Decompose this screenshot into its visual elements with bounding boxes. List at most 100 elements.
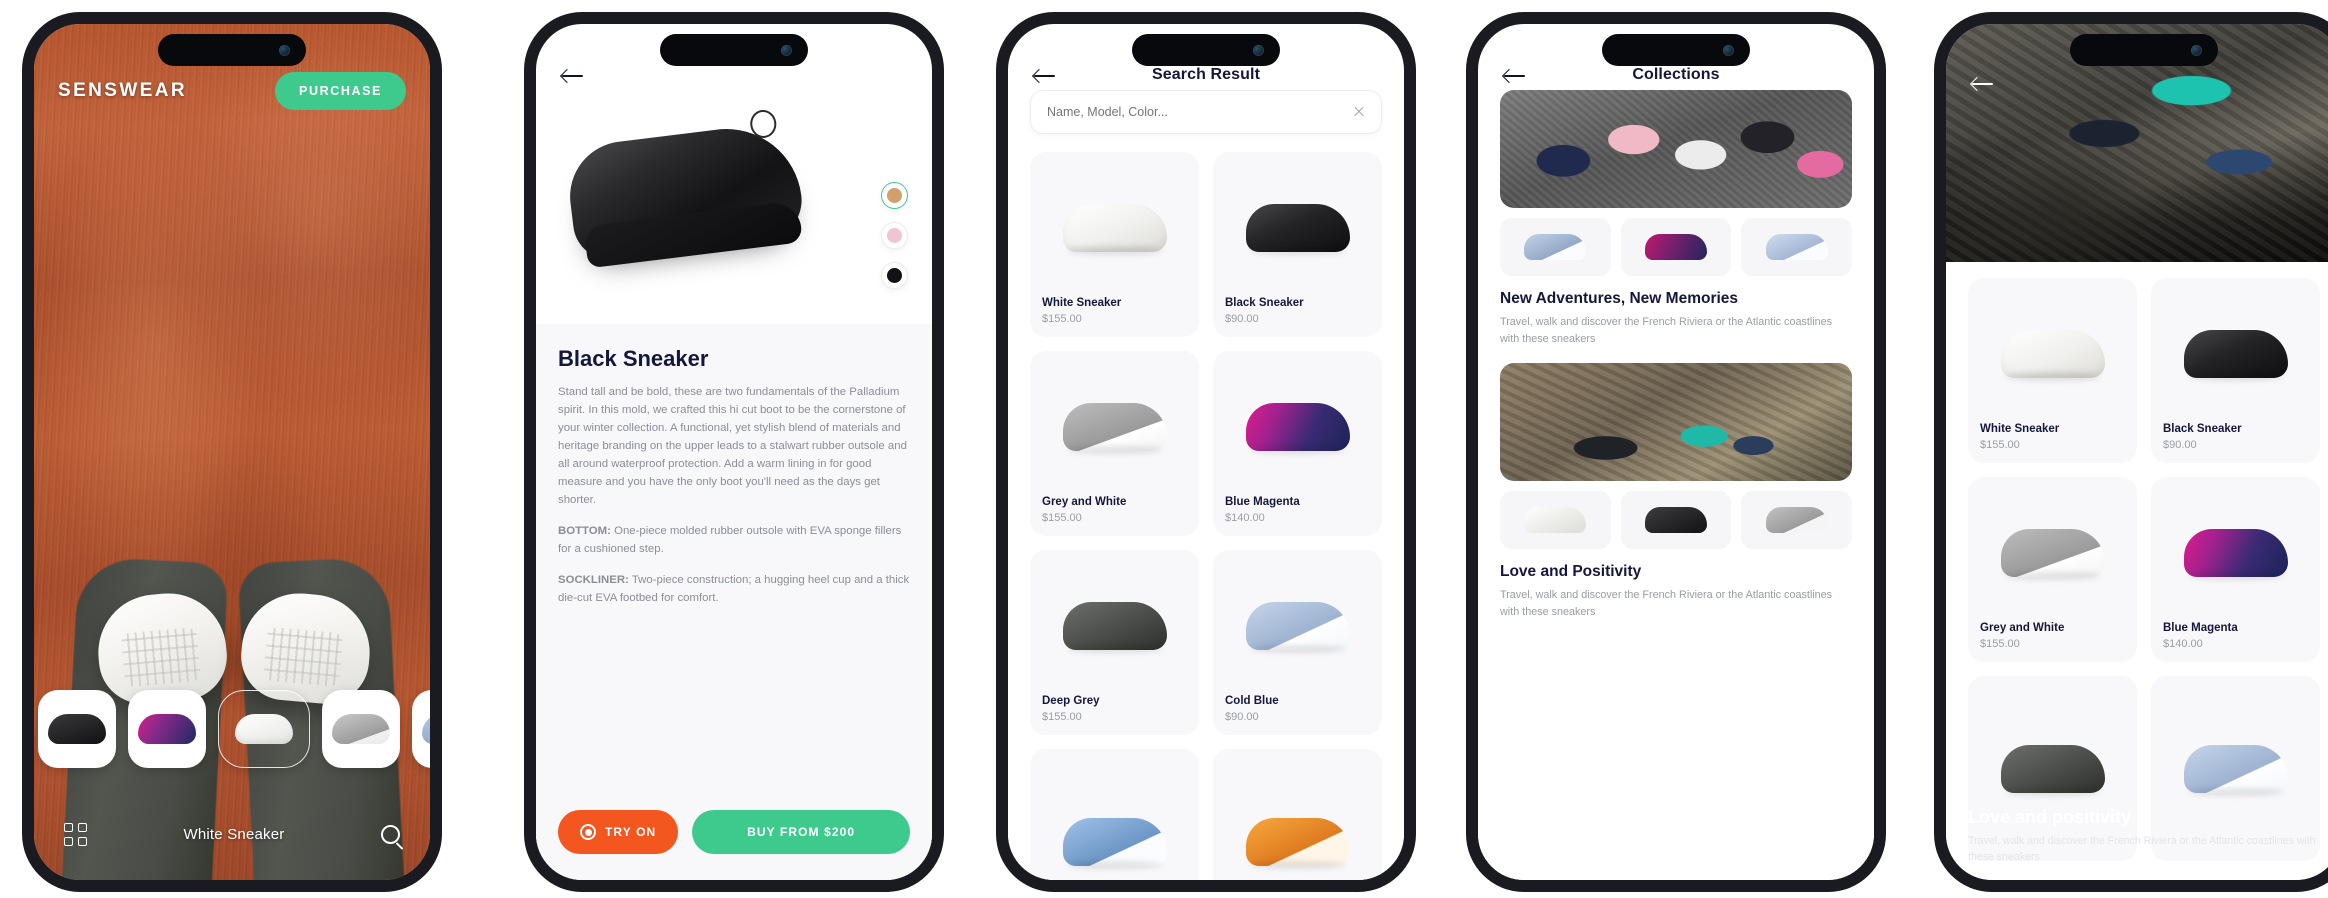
laces-left	[120, 626, 202, 688]
product-card[interactable]: Grey and White $155.00	[1030, 351, 1199, 536]
collection-thumb[interactable]	[1741, 218, 1852, 276]
device-notch	[2070, 34, 2218, 66]
search-icon[interactable]	[380, 825, 400, 844]
screen-collections: Collections New Adventures, New Memories…	[1478, 24, 1874, 880]
collection-thumbnails	[1500, 491, 1852, 550]
collection-subtitle: Travel, walk and discover the French Riv…	[1500, 316, 1833, 345]
product-image	[2163, 290, 2308, 417]
product-card[interactable]: Blue Magenta $140.00	[1213, 351, 1382, 536]
purchase-button[interactable]: PURCHASE	[275, 72, 406, 110]
product-carousel[interactable]	[34, 690, 430, 768]
collection-thumb[interactable]	[1741, 491, 1852, 550]
product-image	[1225, 761, 1370, 880]
product-card[interactable]	[1213, 749, 1382, 880]
color-swatch-tan[interactable]	[881, 182, 908, 209]
collection-thumb[interactable]	[1620, 218, 1732, 276]
product-title: Black Sneaker	[558, 346, 709, 371]
front-camera-icon	[2191, 44, 2202, 56]
close-icon[interactable]	[1353, 106, 1365, 118]
product-card[interactable]: Cold Blue $90.00	[1213, 550, 1382, 735]
product-card[interactable]: Deep Grey $155.00	[1030, 550, 1199, 735]
product-grid: White Sneaker $155.00 Black Sneaker $90.…	[1030, 152, 1382, 880]
back-arrow-icon[interactable]	[1034, 68, 1056, 84]
product-image	[1042, 562, 1187, 689]
thumb-black-sneaker	[48, 714, 106, 744]
mockup-stage: SENSWEAR PURCHASE White Sneaker Black Sn…	[0, 0, 2328, 898]
product-name: White Sneaker	[1980, 423, 2060, 435]
try-on-label: TRY ON	[605, 825, 657, 839]
hero-product-image	[563, 120, 807, 264]
phone-frame-collections: Collections New Adventures, New Memories…	[1466, 12, 1886, 892]
shoe-grey	[1062, 402, 1167, 451]
collection-hero-image[interactable]	[1500, 363, 1852, 482]
carousel-item-selected[interactable]	[218, 690, 310, 768]
shoe-magenta	[2183, 528, 2288, 577]
try-on-button[interactable]: TRY ON	[558, 810, 679, 854]
back-arrow-icon[interactable]	[1504, 68, 1526, 84]
phone-frame-ar-tryon: SENSWEAR PURCHASE White Sneaker	[22, 12, 442, 892]
carousel-item[interactable]	[128, 690, 206, 768]
device-notch	[660, 34, 808, 66]
editorial-title: Love and positivity	[1968, 807, 2132, 828]
product-price: $90.00	[1225, 711, 1259, 723]
product-price: $155.00	[1980, 638, 2020, 650]
swatch-dot	[887, 228, 902, 243]
carousel-item[interactable]	[322, 690, 400, 768]
grid-icon[interactable]	[64, 823, 87, 846]
color-swatch-list[interactable]	[881, 182, 908, 289]
screen-product-detail: Black Sneaker Stand tall and be bold, th…	[536, 24, 932, 880]
shoe-white	[1524, 507, 1587, 534]
product-card[interactable]: White Sneaker $155.00	[1968, 278, 2137, 463]
search-field[interactable]	[1030, 90, 1382, 134]
phone-frame-product-detail: Black Sneaker Stand tall and be bold, th…	[524, 12, 944, 892]
shoe-magenta	[1644, 234, 1707, 260]
laces-right	[263, 626, 344, 688]
page-title: Collections	[1632, 66, 1720, 83]
screen-editorial: Love and positivity Travel, walk and dis…	[1946, 24, 2328, 880]
collection-hero-image[interactable]	[1500, 90, 1852, 208]
product-image	[1980, 290, 2125, 417]
editorial-text-block: Love and positivity Travel, walk and dis…	[1968, 807, 2320, 866]
screen-search-result: Search Result White Sneaker $155.00 Blac	[1008, 24, 1404, 880]
record-icon	[580, 824, 596, 840]
product-price: $140.00	[2163, 638, 2203, 650]
product-card[interactable]: Blue Magenta $140.00	[2151, 477, 2320, 662]
product-card[interactable]: Black Sneaker $90.00	[1213, 152, 1382, 337]
product-card[interactable]: Black Sneaker $90.00	[2151, 278, 2320, 463]
product-name: Cold Blue	[1225, 695, 1279, 707]
collection-thumb[interactable]	[1500, 491, 1611, 550]
screen-ar-tryon: SENSWEAR PURCHASE White Sneaker	[34, 24, 430, 880]
product-card[interactable]: Grey and White $155.00	[1968, 477, 2137, 662]
collection-thumb[interactable]	[1620, 491, 1732, 550]
front-camera-icon	[1253, 44, 1264, 56]
collection-subtitle: Travel, walk and discover the French Riv…	[1500, 589, 1833, 619]
editorial-product-body: White Sneaker $155.00 Black Sneaker $90.…	[1946, 262, 2328, 880]
product-image	[1225, 562, 1370, 689]
product-image	[1042, 761, 1187, 880]
product-name: Blue Magenta	[1225, 496, 1300, 508]
search-input[interactable]	[1047, 105, 1353, 119]
product-image	[1225, 164, 1370, 291]
ar-topbar: SENSWEAR PURCHASE	[34, 72, 430, 110]
carousel-item[interactable]	[412, 690, 430, 768]
carousel-item[interactable]	[38, 690, 116, 768]
back-arrow-icon[interactable]	[562, 68, 584, 84]
current-product-label: White Sneaker	[183, 826, 285, 843]
product-name: Blue Magenta	[2163, 622, 2238, 634]
brand-logo: SENSWEAR	[58, 80, 187, 101]
thumb-grey-and-white	[332, 714, 390, 744]
product-card[interactable]	[1030, 749, 1199, 880]
device-notch	[1132, 34, 1280, 66]
shoe-black	[2183, 329, 2288, 378]
color-swatch-pink[interactable]	[881, 222, 908, 249]
collection-thumb[interactable]	[1500, 218, 1611, 276]
product-image	[2163, 489, 2308, 616]
product-price: $155.00	[1980, 439, 2020, 451]
search-result-body: White Sneaker $155.00 Black Sneaker $90.…	[1008, 90, 1404, 880]
buy-button[interactable]: BUY FROM $200	[692, 810, 910, 854]
product-card[interactable]: White Sneaker $155.00	[1030, 152, 1199, 337]
color-swatch-black[interactable]	[881, 262, 908, 289]
shoe-grey	[2000, 528, 2105, 577]
thumb-blue-magenta	[138, 714, 196, 744]
product-description: Stand tall and be bold, these are two fu…	[558, 386, 907, 507]
